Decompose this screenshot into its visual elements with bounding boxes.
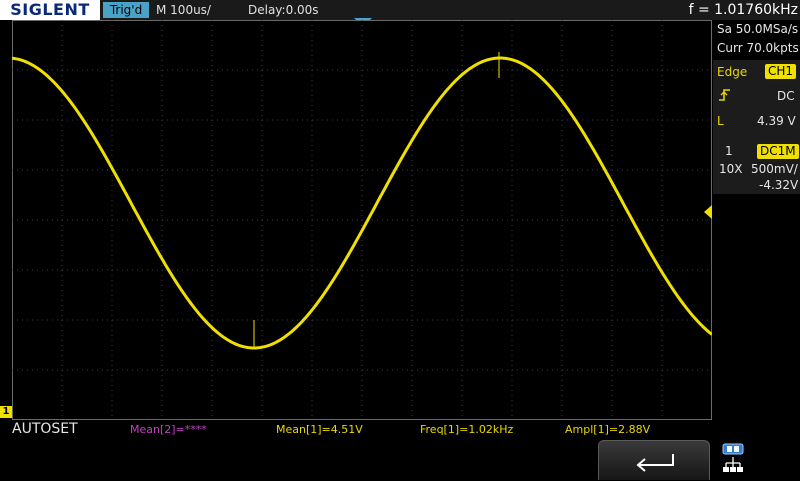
timebase-readout[interactable]: M 100us/ [156,0,211,20]
back-button[interactable] [598,440,710,480]
ch1-ground-marker[interactable]: 1 [0,406,12,418]
return-arrow-icon [636,454,674,472]
siglent-logo: SIGLENT [0,0,100,20]
trigger-level-marker[interactable] [704,205,712,219]
measurement-mean1: Mean[1]=4.51V [276,423,363,436]
graticule [12,20,712,420]
measurement-freq1: Freq[1]=1.02kHz [420,423,514,436]
channel-number: 1 [725,144,733,158]
rising-edge-icon [717,87,733,107]
info-side-panel: Sa 50.0MSa/s Curr 70.0kpts Edge CH1 DC L… [713,20,800,420]
trigger-coupling: DC [777,89,795,103]
trigger-level-value: 4.39 V [757,114,796,128]
vertical-offset: -4.32V [759,178,799,192]
measurement-mean2: Mean[2]=**** [130,423,207,436]
softkey-bar [0,440,800,480]
acquisition-info: Sa 50.0MSa/s Curr 70.0kpts [713,20,800,60]
trigger-status-badge: Trig'd [103,2,149,18]
probe-attenuation: 10X [719,162,743,176]
network-icon[interactable] [722,443,744,481]
channel1-info[interactable]: 1 DC1M 10X 500mV/ -4.32V [713,142,800,194]
trigger-source-badge: CH1 [765,64,797,79]
delay-readout[interactable]: Delay:0.00s [248,0,319,20]
waveform-display[interactable] [12,20,712,420]
vertical-scale: 500mV/ [751,162,798,176]
measurement-bar: AUTOSET Mean[2]=**** Mean[1]=4.51V Freq[… [0,420,712,440]
trigger-level-label: L [717,114,724,128]
memory-depth: Curr 70.0kpts [717,41,799,55]
trigger-info[interactable]: Edge CH1 DC L 4.39 V [713,60,800,152]
channel-coupling-badge: DC1M [757,144,799,159]
frequency-counter: f = 1.01760kHz [688,2,798,18]
measurement-ampl1: Ampl[1]=2.88V [565,423,651,436]
autoset-label: AUTOSET [12,421,78,437]
top-status-bar: SIGLENT Trig'd M 100us/ Delay:0.00s f = … [0,0,800,20]
trigger-type: Edge [717,65,748,79]
sample-rate: Sa 50.0MSa/s [717,22,799,36]
ch1-waveform-trace [12,56,712,350]
